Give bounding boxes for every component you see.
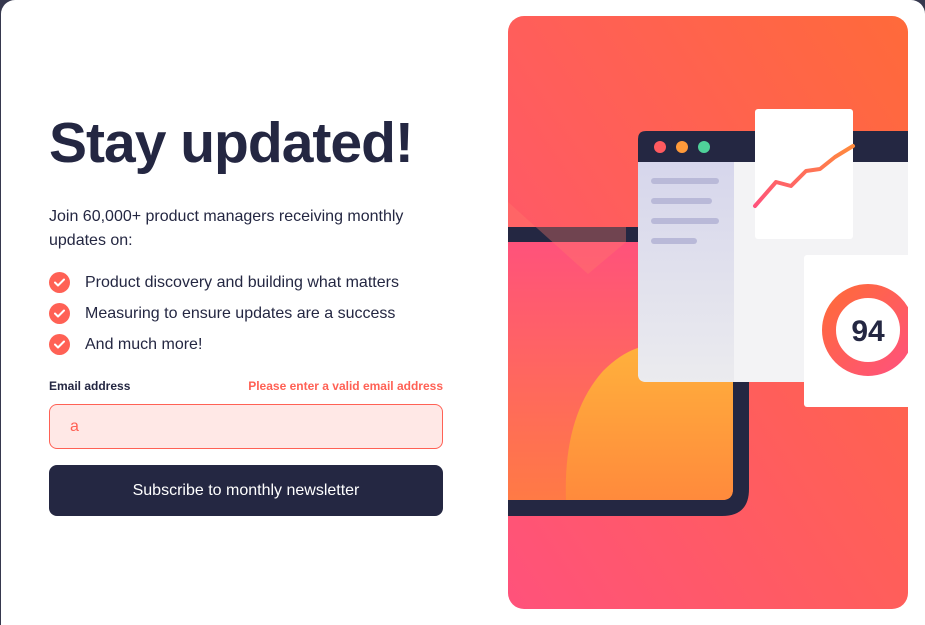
list-item: Measuring to ensure updates are a succes… xyxy=(49,298,399,329)
check-circle-icon xyxy=(49,272,70,293)
benefits-list: Product discovery and building what matt… xyxy=(49,267,399,360)
email-label-row: Email address Please enter a valid email… xyxy=(49,379,443,393)
benefit-text: Product discovery and building what matt… xyxy=(85,273,399,291)
list-item: And much more! xyxy=(49,329,399,360)
page-title: Stay updated! xyxy=(49,111,414,175)
hero-illustration: 94 xyxy=(508,16,908,609)
check-circle-icon xyxy=(49,334,70,355)
benefit-text: And much more! xyxy=(85,335,203,353)
illustration-graphic: 94 xyxy=(508,16,908,609)
benefit-text: Measuring to ensure updates are a succes… xyxy=(85,304,396,322)
email-field[interactable] xyxy=(49,404,443,449)
email-error-message: Please enter a valid email address xyxy=(248,379,443,393)
score-value: 94 xyxy=(851,315,885,348)
intro-text: Join 60,000+ product managers receiving … xyxy=(49,208,404,249)
email-label: Email address xyxy=(49,379,131,393)
signup-card: Stay updated! Join 60,000+ product manag… xyxy=(1,0,925,625)
check-circle-icon xyxy=(49,303,70,324)
subscribe-button[interactable]: Subscribe to monthly newsletter xyxy=(49,465,443,516)
list-item: Product discovery and building what matt… xyxy=(49,267,399,298)
